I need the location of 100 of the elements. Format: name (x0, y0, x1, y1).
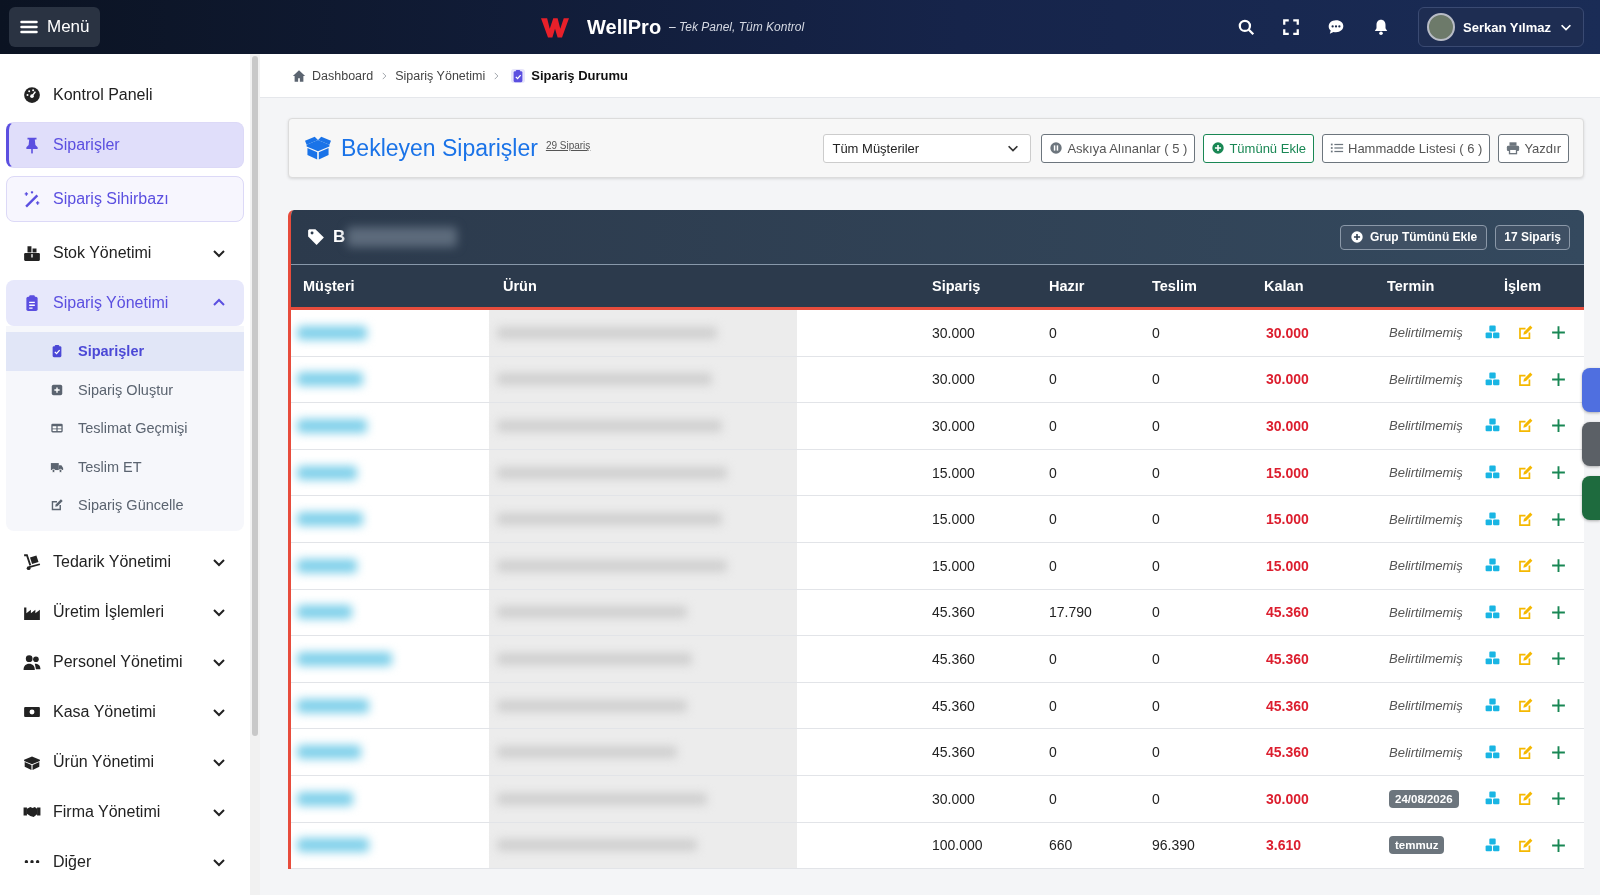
blurred-text (297, 838, 369, 853)
table-cell: Belirtilmemiş (1389, 651, 1463, 667)
clipboard-check-icon (511, 68, 526, 83)
plus-icon[interactable] (1550, 790, 1567, 808)
plus-icon[interactable] (1550, 417, 1567, 435)
column-header: Teslim (1152, 278, 1197, 294)
edit-icon[interactable] (1517, 324, 1534, 342)
plus-icon[interactable] (1550, 464, 1567, 482)
floating-button[interactable] (1582, 368, 1600, 412)
table-cell: 30.000 (1266, 417, 1309, 435)
sidebar-item[interactable]: Diğer (6, 838, 244, 885)
table-cell: 3.610 (1266, 836, 1302, 855)
edit-icon[interactable] (1517, 650, 1534, 668)
sidebar-item[interactable]: Stok Yönetimi (6, 230, 244, 276)
table-cell: 45.360 (1266, 649, 1309, 668)
table-cell: 45.360 (932, 743, 975, 762)
plus-icon[interactable] (1550, 510, 1567, 528)
brand-name: WellPro (587, 15, 662, 39)
table-cell: 0 (1049, 417, 1057, 435)
table-cell: 0 (1152, 743, 1160, 762)
blurred-text (297, 745, 361, 760)
fullscreen-icon[interactable] (1282, 18, 1301, 36)
table-cell: 30.000 (1266, 370, 1309, 389)
order-count-link[interactable]: 29 Sipariş (545, 140, 591, 151)
edit-icon[interactable] (1517, 697, 1534, 715)
edit-icon[interactable] (1517, 743, 1534, 761)
plus-icon[interactable] (1550, 650, 1567, 668)
sidebar-item[interactable]: Kontrol Paneli (6, 72, 244, 118)
submenu-item[interactable]: Siparişler (6, 332, 244, 371)
table-cell: 0 (1049, 789, 1057, 808)
blurred-text (297, 512, 363, 527)
cubes-icon[interactable] (1484, 743, 1501, 761)
toolbar-button[interactable]: Askıya Alınanlar ( 5 ) (1041, 133, 1196, 163)
table-cell: 45.360 (932, 696, 975, 715)
plus-icon[interactable] (1550, 603, 1567, 621)
edit-icon[interactable] (1517, 370, 1534, 388)
table-cell: 45.360 (932, 603, 975, 622)
plus-icon[interactable] (1550, 743, 1567, 761)
cubes-icon[interactable] (1484, 510, 1501, 528)
wand-icon (23, 190, 41, 208)
sidebar-item[interactable]: Sipariş Yönetimi (6, 280, 244, 326)
table-cell: Belirtilmemiş (1389, 744, 1463, 760)
sidebar-item[interactable]: Firma Yönetimi (6, 788, 244, 835)
breadcrumb-link[interactable]: Sipariş Durumu (531, 68, 629, 83)
edit-icon[interactable] (1517, 464, 1534, 482)
cubes-icon[interactable] (1484, 836, 1501, 854)
blurred-text (297, 698, 369, 713)
table-cell: 0 (1049, 323, 1057, 342)
group-add-button[interactable]: Grup Tümünü Ekle (1339, 224, 1488, 250)
table-cell: 15.000 (932, 463, 975, 482)
plus-icon[interactable] (1550, 370, 1567, 388)
submenu-item[interactable]: Sipariş Oluştur (6, 370, 244, 409)
table-cell: 15.000 (1266, 556, 1309, 575)
table-cell: 0 (1049, 743, 1057, 762)
edit-icon[interactable] (1517, 417, 1534, 435)
edit-icon[interactable] (1517, 790, 1534, 808)
table-cell: 15.000 (932, 510, 975, 529)
avatar (1427, 13, 1456, 41)
floating-button[interactable] (1582, 422, 1600, 466)
cubes-icon[interactable] (1484, 370, 1501, 388)
table-cell: 0 (1152, 789, 1160, 808)
toolbar-button[interactable]: Tümünü Ekle (1203, 133, 1314, 163)
table-cell: 30.000 (932, 323, 975, 342)
toolbar-button[interactable]: Hammadde Listesi ( 6 ) (1322, 133, 1491, 163)
search-icon[interactable] (1237, 18, 1256, 36)
user-menu-button[interactable]: Serkan Yılmaz (1418, 7, 1584, 47)
customer-select[interactable]: Tüm Müşteriler (823, 133, 1032, 163)
breadcrumb-link[interactable]: Sipariş Yönetimi (395, 68, 486, 83)
sidebar-item[interactable]: Tedarik Yönetimi (6, 538, 244, 585)
submenu-item[interactable]: Teslimat Geçmişi (6, 409, 244, 448)
sidebar-item[interactable]: Sipariş Sihirbazı (6, 176, 244, 222)
edit-icon[interactable] (1517, 836, 1534, 854)
toolbar-button[interactable]: Yazdır (1498, 133, 1569, 163)
table-cell: 100.000 (932, 836, 983, 855)
sidebar-item[interactable]: Personel Yönetimi (6, 638, 244, 685)
submenu-item[interactable]: Sipariş Güncelle (6, 486, 244, 525)
menu-button[interactable]: Menü (9, 7, 100, 47)
edit-icon[interactable] (1517, 603, 1534, 621)
chat-icon[interactable] (1327, 18, 1346, 36)
breadcrumb-link[interactable]: Dashboard (312, 68, 374, 83)
sidebar-item[interactable]: Üretim İşlemleri (6, 588, 244, 635)
sidebar-item[interactable]: Siparişler (6, 122, 244, 168)
plus-circle-icon (1211, 141, 1226, 155)
cubes-icon[interactable] (1484, 603, 1501, 621)
table-cell: 45.360 (1266, 743, 1309, 762)
column-header: Kalan (1264, 278, 1304, 294)
table-cell: 0 (1152, 370, 1160, 389)
sidebar-item[interactable]: Ürün Yönetimi (6, 738, 244, 785)
edit-icon[interactable] (1517, 557, 1534, 575)
plus-icon[interactable] (1550, 836, 1567, 854)
plus-icon[interactable] (1550, 697, 1567, 715)
print-icon (1506, 141, 1521, 155)
scrollbar[interactable] (252, 56, 258, 736)
submenu-item[interactable]: Teslim ET (6, 447, 244, 486)
plus-icon[interactable] (1550, 557, 1567, 575)
edit-icon[interactable] (1517, 510, 1534, 528)
floating-button[interactable] (1582, 476, 1600, 520)
plus-icon[interactable] (1550, 324, 1567, 342)
table-cell: 45.360 (932, 649, 975, 668)
sidebar-item[interactable]: Kasa Yönetimi (6, 688, 244, 735)
